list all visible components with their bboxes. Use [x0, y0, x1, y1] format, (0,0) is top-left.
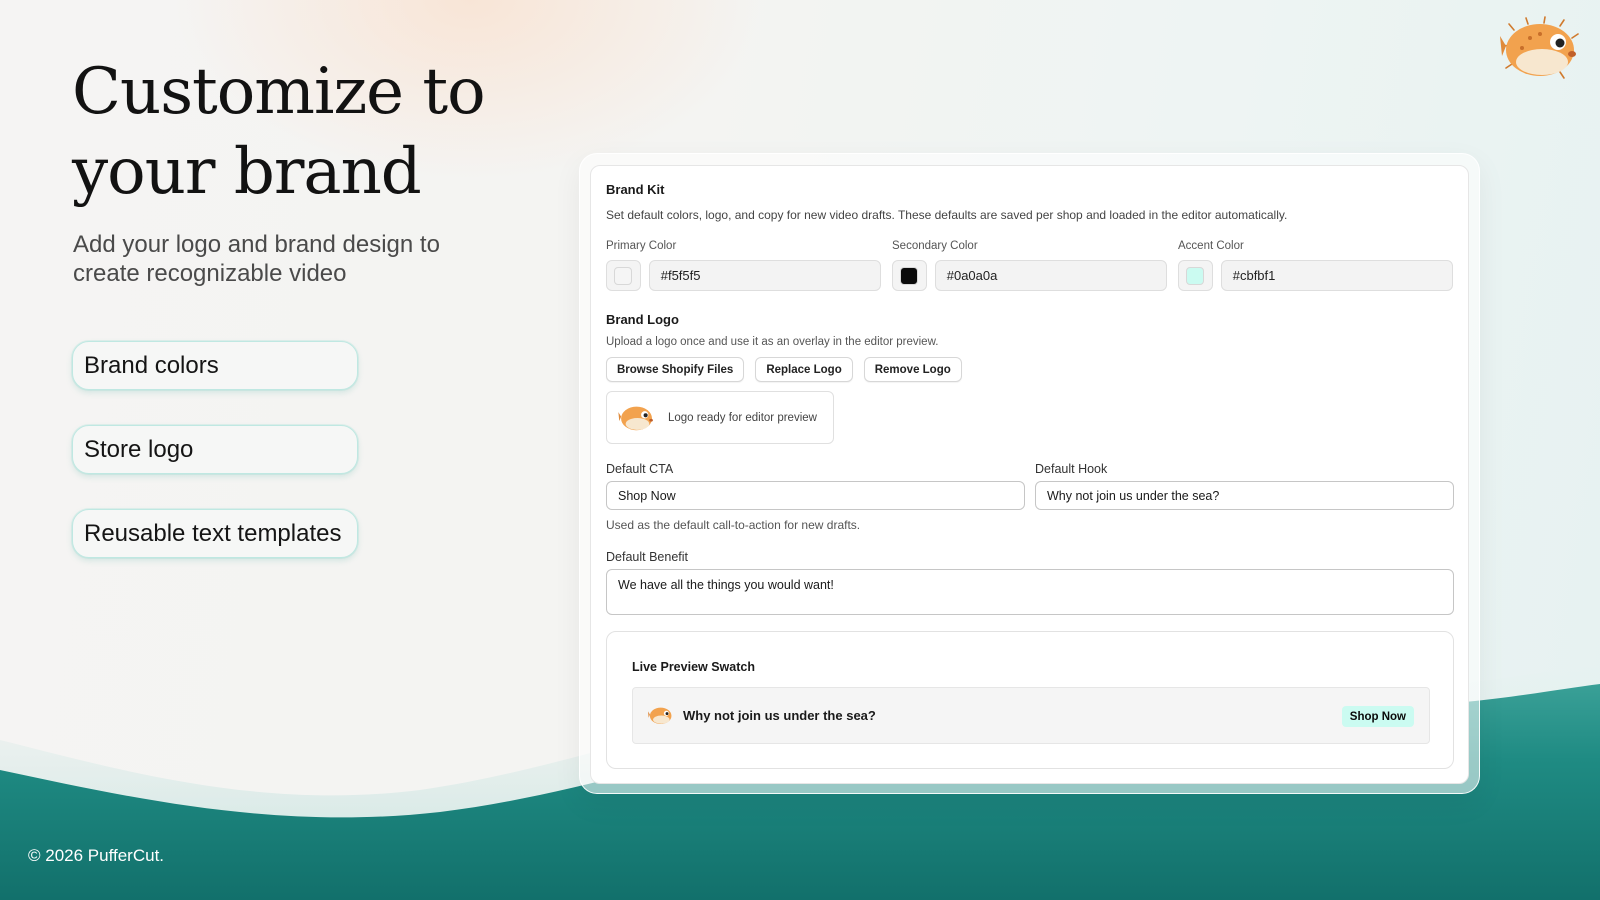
accent-color-swatch — [1186, 266, 1205, 285]
feature-pill-store-logo: Store logo — [72, 425, 358, 474]
default-cta-input[interactable]: Shop Now — [606, 481, 1025, 510]
secondary-color-swatch — [900, 266, 919, 285]
logo-button-group: Browse Shopify Files Replace Logo Remove… — [606, 357, 962, 382]
replace-logo-button[interactable]: Replace Logo — [755, 357, 853, 382]
page-headline: Customize to your brand — [72, 55, 486, 209]
footer-copyright: © 2026 PufferCut. — [28, 846, 165, 865]
live-preview-swatch: Why not join us under the sea? Shop Now — [632, 687, 1430, 744]
secondary-color-group: Secondary Color #0a0a0a — [892, 240, 1167, 291]
secondary-color-label: Secondary Color — [892, 240, 978, 252]
accent-color-input[interactable]: #cbfbf1 — [1220, 260, 1453, 291]
logo-status-text: Logo ready for editor preview — [668, 411, 817, 424]
default-cta-label: Default CTA — [606, 462, 674, 476]
feature-pill-text-templates: Reusable text templates — [72, 509, 358, 558]
pufferfish-icon — [1500, 16, 1579, 79]
primary-color-input[interactable]: #f5f5f5 — [648, 260, 881, 291]
remove-logo-button[interactable]: Remove Logo — [863, 357, 962, 382]
accent-color-group: Accent Color #cbfbf1 — [1178, 240, 1453, 291]
live-preview-hook: Why not join us under the sea? — [683, 708, 876, 723]
default-hook-input[interactable]: Why not join us under the sea? — [1035, 481, 1454, 510]
logo-preview-card: Logo ready for editor preview — [606, 391, 834, 444]
accent-color-picker[interactable] — [1178, 260, 1213, 291]
primary-color-group: Primary Color #f5f5f5 — [606, 240, 881, 291]
feature-pill-brand-colors: Brand colors — [72, 341, 358, 390]
secondary-color-picker[interactable] — [892, 260, 927, 291]
brand-kit-panel: Brand Kit Set default colors, logo, and … — [590, 165, 1469, 784]
live-preview-title: Live Preview Swatch — [632, 660, 755, 674]
live-preview-cta-button[interactable]: Shop Now — [1341, 706, 1414, 727]
primary-color-swatch — [614, 266, 633, 285]
page-subheadline: Add your logo and brand design to create… — [73, 231, 440, 287]
feature-list: Brand colors Store logo Reusable text te… — [72, 341, 358, 593]
default-hook-label: Default Hook — [1035, 462, 1108, 476]
default-benefit-textarea[interactable]: We have all the things you would want! — [606, 569, 1454, 615]
accent-color-label: Accent Color — [1178, 240, 1244, 252]
primary-color-label: Primary Color — [606, 240, 677, 252]
default-cta-help: Used as the default call-to-action for n… — [606, 518, 861, 532]
brand-kit-title: Brand Kit — [606, 182, 665, 197]
secondary-color-input[interactable]: #0a0a0a — [934, 260, 1167, 291]
live-preview-card: Live Preview Swatch Why not join us unde… — [606, 631, 1454, 769]
brand-logo-title: Brand Logo — [606, 312, 679, 327]
default-benefit-label: Default Benefit — [606, 550, 688, 564]
brand-kit-description: Set default colors, logo, and copy for n… — [606, 208, 1288, 222]
browse-shopify-files-button[interactable]: Browse Shopify Files — [606, 357, 745, 382]
pufferfish-preview-icon — [648, 707, 672, 725]
brand-logo-description: Upload a logo once and use it as an over… — [606, 336, 939, 348]
primary-color-picker[interactable] — [606, 260, 641, 291]
pufferfish-logo-icon — [618, 406, 653, 430]
